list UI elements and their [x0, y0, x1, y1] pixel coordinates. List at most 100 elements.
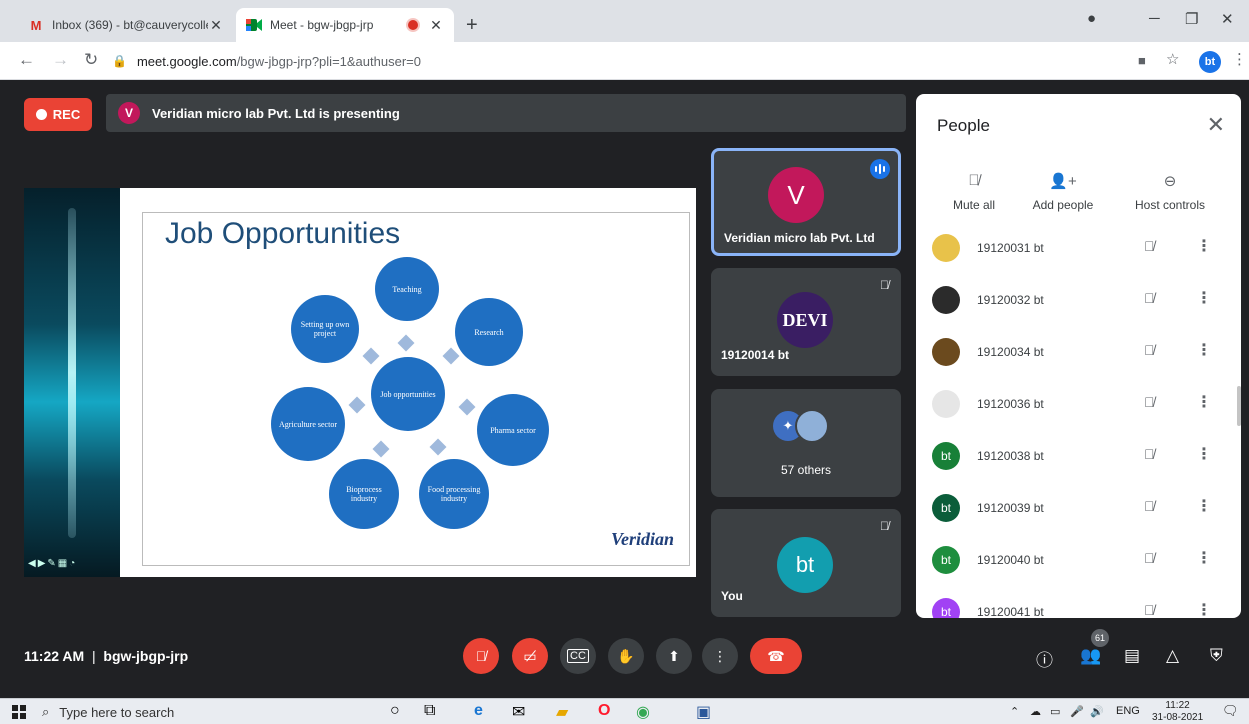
captions-button[interactable]: CC	[560, 638, 596, 674]
volume-icon[interactable]: 🔊	[1090, 705, 1104, 718]
participant-row[interactable]: bt 19120039 bt 🎙̸ ⋮	[916, 482, 1228, 534]
chrome-icon[interactable]: ◉	[636, 702, 650, 722]
notifications-icon[interactable]: 🗨	[1222, 703, 1239, 719]
action-label: Add people	[1032, 198, 1094, 212]
more-options-icon[interactable]: ⋮	[1196, 548, 1212, 568]
tile-you[interactable]: bt 🎙̸ You	[711, 509, 901, 617]
participant-row[interactable]: bt 19120041 bt 🎙̸ ⋮	[916, 586, 1228, 618]
media-icon[interactable]: ●	[1087, 10, 1096, 27]
participant-row[interactable]: 19120031 bt 🎙̸ ⋮	[916, 222, 1228, 274]
close-panel-icon[interactable]: ✕	[1207, 112, 1225, 138]
people-panel: People ✕ 🎙̸ Mute all 👤+ Add people ⊖ Hos…	[916, 94, 1241, 618]
tray-chevron-icon[interactable]: ⌃	[1010, 705, 1019, 718]
tile-name: Veridian micro lab Pvt. Ltd	[724, 231, 875, 245]
language-indicator[interactable]: ENG	[1116, 705, 1140, 717]
url-host: meet.google.com	[136, 53, 237, 69]
minimize-icon[interactable]: ─	[1149, 10, 1160, 27]
more-options-icon[interactable]: ⋮	[1196, 340, 1212, 360]
add-people-button[interactable]: 👤+ Add people	[1013, 172, 1113, 212]
tile-avatar: bt	[777, 537, 833, 593]
mic-off-icon[interactable]: 🎙̸	[1144, 446, 1155, 462]
more-options-icon[interactable]: ⋮	[1196, 600, 1212, 618]
mic-toggle-button[interactable]: 🎙̸	[463, 638, 499, 674]
more-options-icon[interactable]: ⋮	[1196, 236, 1212, 256]
presentation-screen: ◀▶✎▦◔ Job Opportunities Teaching Researc…	[24, 188, 696, 577]
task-view-icon[interactable]: ⧉	[424, 702, 435, 720]
windows-start-icon[interactable]	[12, 705, 26, 719]
close-tab-icon[interactable]: ✕	[428, 17, 444, 34]
tab-gmail[interactable]: M Inbox (369) - bt@cauverycollege ✕	[18, 8, 234, 42]
file-explorer-icon[interactable]: ▰	[556, 702, 568, 722]
arrow-shape	[362, 347, 380, 365]
reload-icon[interactable]: ↻	[84, 50, 98, 70]
tab-meet[interactable]: Meet - bgw-jbgp-jrp ✕	[236, 8, 454, 42]
more-vert-icon: ⋮	[713, 647, 727, 664]
mic-off-icon[interactable]: 🎙̸	[1144, 342, 1155, 358]
present-button[interactable]: ⬆	[656, 638, 692, 674]
close-window-icon[interactable]: ✕	[1221, 10, 1234, 28]
participant-avatar	[932, 390, 960, 418]
tile-19120014[interactable]: DEVI 🎙̸ 19120014 bt	[711, 268, 901, 376]
record-dot-icon	[35, 109, 47, 120]
microphone-icon[interactable]: 🎤	[1070, 705, 1084, 718]
hand-icon: ✋	[617, 647, 635, 664]
tile-others[interactable]: ✦ 57 others	[711, 389, 901, 497]
taskbar-clock[interactable]: 11:22 31-08-2021	[1152, 700, 1203, 724]
tile-veridian[interactable]: V Veridian micro lab Pvt. Ltd	[711, 148, 901, 256]
activities-icon[interactable]: △	[1166, 646, 1179, 666]
participant-name: 19120032 bt	[977, 293, 1044, 307]
mic-off-icon[interactable]: 🎙̸	[1144, 498, 1155, 514]
url-field[interactable]: 🔒 meet.google.com /bgw-jbgp-jrp?pli=1&au…	[112, 47, 1102, 75]
dna-image: ◀▶✎▦◔	[24, 188, 120, 577]
new-tab-button[interactable]: +	[466, 14, 478, 37]
present-icon: ⬆	[668, 647, 680, 664]
more-options-icon[interactable]: ⋮	[1196, 392, 1212, 412]
node-own-project: Setting up own project	[291, 295, 359, 363]
more-options-icon[interactable]: ⋮	[1196, 288, 1212, 308]
chat-icon[interactable]: ▤	[1124, 646, 1140, 666]
bookmark-star-icon[interactable]: ☆	[1166, 50, 1179, 68]
taskbar-search[interactable]: ⌕ Type here to search	[38, 701, 378, 723]
mic-off-icon[interactable]: 🎙̸	[1144, 238, 1155, 254]
back-icon[interactable]: ←	[18, 50, 35, 70]
mute-all-button[interactable]: 🎙̸ Mute all	[924, 172, 1024, 212]
restore-icon[interactable]: ❐	[1185, 10, 1198, 28]
word-icon[interactable]: ▣	[696, 702, 711, 722]
people-icon[interactable]: 👥	[1080, 646, 1101, 666]
participant-row[interactable]: bt 19120038 bt 🎙̸ ⋮	[916, 430, 1228, 482]
edge-icon[interactable]: e	[474, 702, 483, 720]
browser-menu-icon[interactable]: ⋮	[1232, 50, 1247, 68]
network-icon[interactable]: ☁	[1030, 705, 1041, 718]
meeting-details-icon[interactable]: ⓘ	[1036, 646, 1053, 671]
mic-off-icon[interactable]: 🎙̸	[1144, 602, 1155, 618]
cortana-icon[interactable]: ○	[390, 702, 400, 720]
more-options-icon[interactable]: ⋮	[1196, 444, 1212, 464]
participant-row[interactable]: 19120034 bt 🎙̸ ⋮	[916, 326, 1228, 378]
battery-icon[interactable]: ▭	[1050, 705, 1060, 718]
forward-icon[interactable]: →	[52, 50, 69, 70]
participant-name: 19120034 bt	[977, 345, 1044, 359]
mic-off-icon[interactable]: 🎙̸	[1144, 394, 1155, 410]
mic-off-icon[interactable]: 🎙̸	[1144, 290, 1155, 306]
camera-in-use-icon[interactable]: ■	[1138, 53, 1146, 68]
mail-icon[interactable]: ✉	[512, 702, 525, 722]
opera-icon[interactable]: O	[598, 702, 610, 720]
mic-off-icon[interactable]: 🎙̸	[1144, 550, 1155, 566]
more-options-icon[interactable]: ⋮	[1196, 496, 1212, 516]
participant-row[interactable]: bt 19120040 bt 🎙̸ ⋮	[916, 534, 1228, 586]
close-tab-icon[interactable]: ✕	[208, 17, 224, 34]
people-scrollbar[interactable]	[1237, 386, 1241, 426]
host-controls-icon[interactable]: ⛨	[1210, 646, 1223, 666]
participant-row[interactable]: 19120036 bt 🎙̸ ⋮	[916, 378, 1228, 430]
host-controls-button[interactable]: ⊖ Host controls	[1120, 172, 1220, 212]
veridian-logo: Veridian	[611, 529, 675, 549]
raise-hand-button[interactable]: ✋	[608, 638, 644, 674]
participant-row[interactable]: 19120032 bt 🎙̸ ⋮	[916, 274, 1228, 326]
leave-call-button[interactable]: ☎	[750, 638, 802, 674]
more-options-button[interactable]: ⋮	[702, 638, 738, 674]
url-path: /bgw-jbgp-jrp?pli=1&authuser=0	[236, 53, 421, 69]
tab-title: Meet - bgw-jbgp-jrp	[270, 18, 374, 32]
camera-toggle-button[interactable]: ▭̸	[512, 638, 548, 674]
profile-avatar[interactable]: bt	[1199, 51, 1221, 73]
meeting-time-code: 11:22 AM | bgw-jbgp-jrp	[24, 648, 189, 664]
